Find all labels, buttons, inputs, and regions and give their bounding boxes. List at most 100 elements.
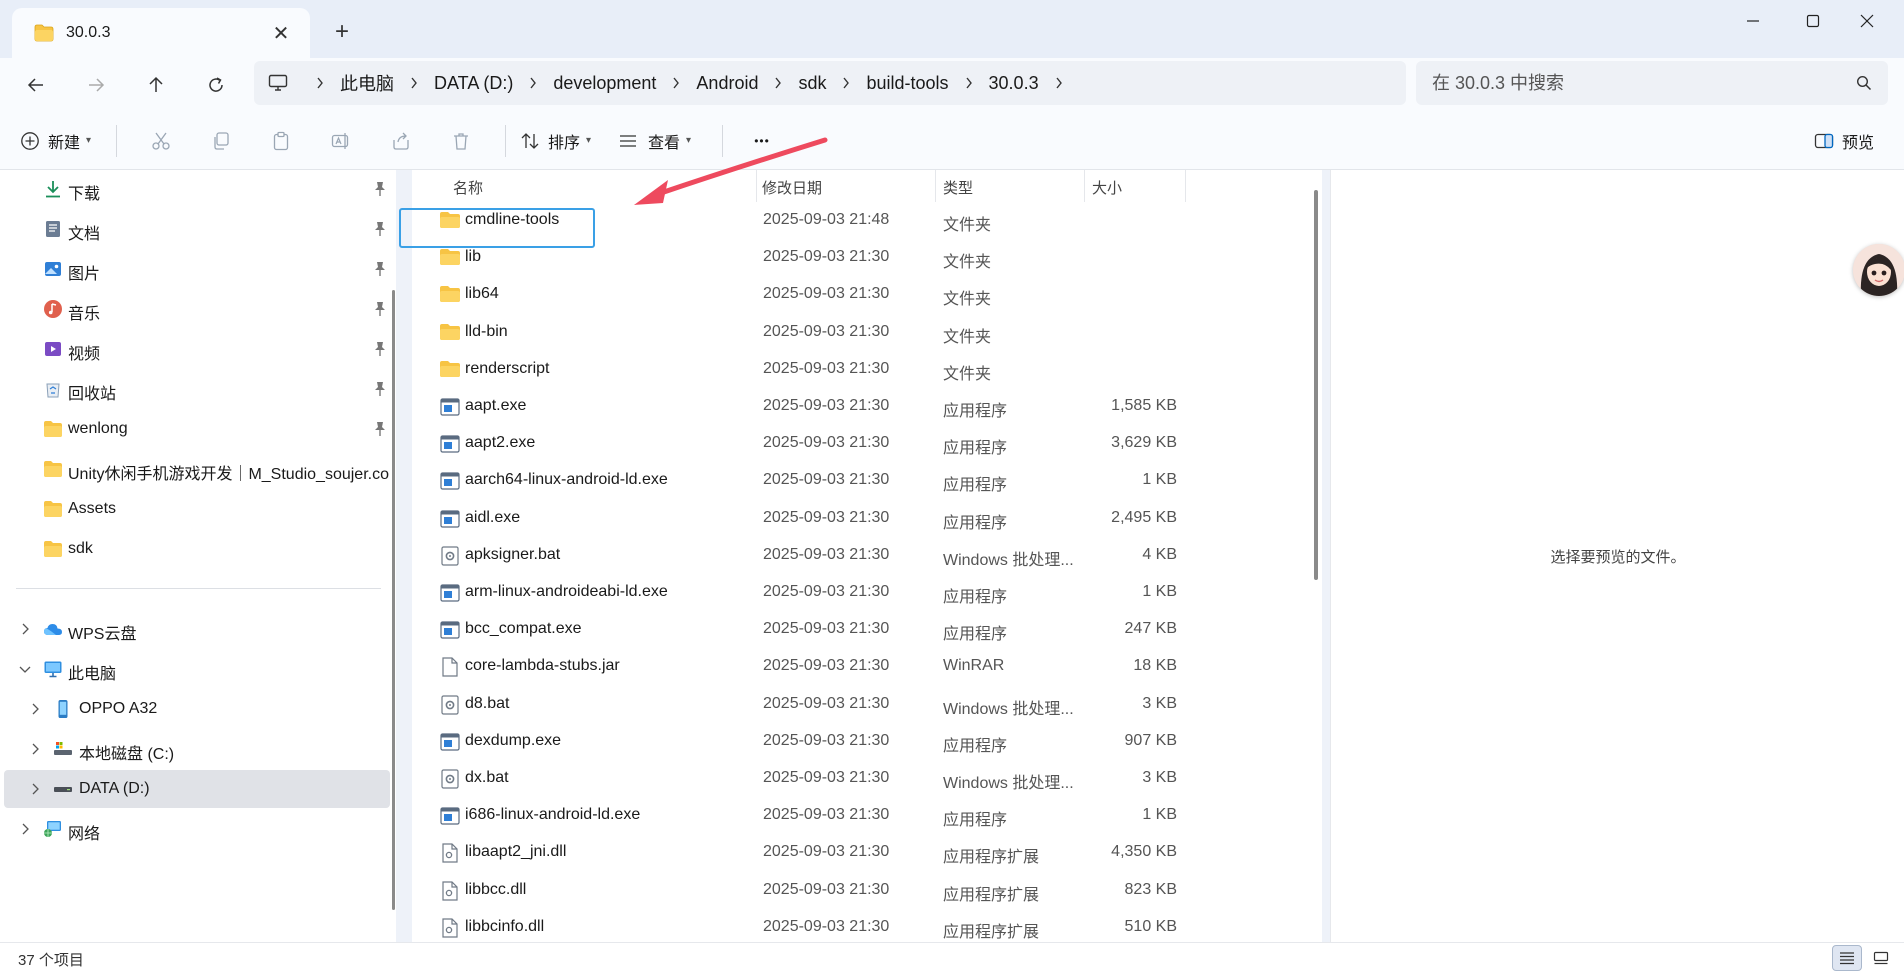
sidebar-item-sdk[interactable]: sdk bbox=[0, 530, 390, 568]
breadcrumb-item[interactable]: sdk bbox=[798, 73, 826, 94]
chevron-down-icon[interactable] bbox=[17, 661, 33, 677]
file-row[interactable]: lib64 2025-09-03 21:30 文件夹 bbox=[412, 276, 1322, 313]
chevron-right-icon[interactable] bbox=[842, 77, 850, 89]
sidebar-item-wps-cloud[interactable]: WPS云盘 bbox=[0, 610, 390, 648]
file-row[interactable]: aapt2.exe 2025-09-03 21:30 应用程序 3,629 KB bbox=[412, 425, 1322, 462]
search-box[interactable] bbox=[1416, 61, 1888, 105]
file-row[interactable]: d8.bat 2025-09-03 21:30 Windows 批处理... 3 KB bbox=[412, 686, 1322, 723]
file-row[interactable]: aarch64-linux-android-ld.exe 2025-09-03 2… bbox=[412, 462, 1322, 499]
rename-button[interactable] bbox=[311, 121, 371, 161]
file-row[interactable]: libbcc.dll 2025-09-03 21:30 应用程序扩展 823 KB bbox=[412, 872, 1322, 909]
sidebar-item-documents[interactable]: 文档 bbox=[0, 210, 390, 248]
search-icon[interactable] bbox=[1856, 75, 1872, 91]
sidebar-item-unity-course[interactable]: Unity休闲手机游戏开发｜M_Studio_soujer.com bbox=[0, 450, 390, 488]
tab-current[interactable]: 30.0.3 ✕ bbox=[12, 8, 310, 58]
sidebar-item-music[interactable]: 音乐 bbox=[0, 290, 390, 328]
file-list-scrollbar[interactable] bbox=[1314, 190, 1318, 580]
pin-icon[interactable] bbox=[373, 221, 387, 237]
sort-button[interactable]: 排序 ▾ bbox=[520, 121, 610, 161]
file-row[interactable]: libaapt2_jni.dll 2025-09-03 21:30 应用程序扩展 4,… bbox=[412, 834, 1322, 871]
file-row[interactable]: lld-bin 2025-09-03 21:30 文件夹 bbox=[412, 314, 1322, 351]
file-row[interactable]: renderscript 2025-09-03 21:30 文件夹 bbox=[412, 351, 1322, 388]
delete-button[interactable] bbox=[431, 121, 491, 161]
file-row[interactable]: apksigner.bat 2025-09-03 21:30 Windows 批处理… bbox=[412, 537, 1322, 574]
chevron-right-icon[interactable] bbox=[774, 77, 782, 89]
breadcrumb-item[interactable]: Android bbox=[696, 73, 758, 94]
sidebar-item-this-pc[interactable]: 此电脑 bbox=[0, 650, 390, 688]
view-button[interactable]: 查看 ▾ bbox=[618, 121, 708, 161]
column-separator[interactable] bbox=[1084, 170, 1085, 202]
pin-icon[interactable] bbox=[373, 421, 387, 437]
breadcrumb-item[interactable]: 此电脑 bbox=[340, 70, 394, 96]
breadcrumb-item[interactable]: development bbox=[553, 73, 656, 94]
chevron-right-icon[interactable] bbox=[27, 741, 43, 757]
back-button[interactable] bbox=[16, 65, 56, 105]
file-row[interactable]: core-lambda-stubs.jar 2025-09-03 21:30 Win… bbox=[412, 648, 1322, 685]
more-options-button[interactable]: ••• bbox=[737, 121, 787, 161]
maximize-button[interactable] bbox=[1786, 4, 1840, 38]
forward-button[interactable] bbox=[76, 65, 116, 105]
sidebar-item-drive-c[interactable]: 本地磁盘 (C:) bbox=[0, 730, 390, 768]
chevron-right-icon[interactable] bbox=[1055, 77, 1063, 89]
file-row[interactable]: dexdump.exe 2025-09-03 21:30 应用程序 907 KB bbox=[412, 723, 1322, 760]
sidebar-item-oppo-a32[interactable]: OPPO A32 bbox=[0, 690, 390, 728]
breadcrumb-item[interactable]: build-tools bbox=[866, 73, 948, 94]
close-window-button[interactable] bbox=[1840, 4, 1894, 38]
chevron-right-icon[interactable] bbox=[27, 701, 43, 717]
preview-toggle-button[interactable]: 预览 bbox=[1814, 121, 1874, 161]
column-separator[interactable] bbox=[1185, 170, 1186, 202]
sidebar-item-assets[interactable]: Assets bbox=[0, 490, 390, 528]
file-row[interactable]: aapt.exe 2025-09-03 21:30 应用程序 1,585 KB bbox=[412, 388, 1322, 425]
column-separator[interactable] bbox=[756, 170, 757, 202]
file-row[interactable]: libbcinfo.dll 2025-09-03 21:30 应用程序扩展 510 K… bbox=[412, 909, 1322, 942]
file-row[interactable]: i686-linux-android-ld.exe 2025-09-03 21:3… bbox=[412, 797, 1322, 834]
new-button[interactable]: 新建 ▾ bbox=[20, 121, 102, 161]
sidebar-item-recycle-bin[interactable]: 回收站 bbox=[0, 370, 390, 408]
breadcrumb-item[interactable]: DATA (D:) bbox=[434, 73, 513, 94]
chevron-right-icon[interactable] bbox=[17, 621, 33, 637]
sidebar-item-videos[interactable]: 视频 bbox=[0, 330, 390, 368]
up-button[interactable] bbox=[136, 65, 176, 105]
pin-icon[interactable] bbox=[373, 181, 387, 197]
pin-icon[interactable] bbox=[373, 261, 387, 277]
search-input[interactable] bbox=[1432, 72, 1856, 94]
new-tab-button[interactable]: + bbox=[328, 18, 356, 46]
column-date[interactable]: 修改日期 bbox=[762, 177, 822, 198]
column-separator[interactable] bbox=[935, 170, 936, 202]
file-row[interactable]: cmdline-tools 2025-09-03 21:48 文件夹 bbox=[412, 202, 1322, 239]
file-row[interactable]: arm-linux-androideabi-ld.exe 2025-09-03 2… bbox=[412, 574, 1322, 611]
pin-icon[interactable] bbox=[373, 381, 387, 397]
chevron-right-icon[interactable] bbox=[410, 77, 418, 89]
paste-button[interactable] bbox=[251, 121, 311, 161]
sidebar-item-network[interactable]: 网络 bbox=[0, 810, 390, 848]
this-pc-crumb[interactable] bbox=[268, 74, 288, 92]
minimize-button[interactable] bbox=[1726, 4, 1780, 38]
pin-icon[interactable] bbox=[373, 301, 387, 317]
refresh-button[interactable] bbox=[196, 65, 236, 105]
breadcrumb-item[interactable]: 30.0.3 bbox=[989, 73, 1039, 94]
chevron-right-icon[interactable] bbox=[529, 77, 537, 89]
chevron-right-icon[interactable] bbox=[316, 77, 324, 89]
sidebar-item-wenlong[interactable]: wenlong bbox=[0, 410, 390, 448]
assistant-avatar[interactable] bbox=[1853, 244, 1904, 296]
pin-icon[interactable] bbox=[373, 341, 387, 357]
chevron-right-icon[interactable] bbox=[672, 77, 680, 89]
file-row[interactable]: bcc_compat.exe 2025-09-03 21:30 应用程序 247 KB bbox=[412, 611, 1322, 648]
sidebar-item-downloads[interactable]: 下载 bbox=[0, 170, 390, 208]
sidebar-scrollbar[interactable] bbox=[392, 290, 396, 910]
file-row[interactable]: dx.bat 2025-09-03 21:30 Windows 批处理... 3 KB bbox=[412, 760, 1322, 797]
column-size[interactable]: 大小 bbox=[1092, 177, 1122, 198]
details-view-button[interactable] bbox=[1832, 945, 1862, 971]
tiles-view-button[interactable] bbox=[1866, 945, 1896, 971]
share-button[interactable] bbox=[371, 121, 431, 161]
sidebar-item-drive-d[interactable]: DATA (D:) bbox=[4, 770, 390, 808]
tab-close-icon[interactable]: ✕ bbox=[270, 21, 292, 46]
copy-button[interactable] bbox=[191, 121, 251, 161]
column-name[interactable]: 名称 bbox=[453, 177, 483, 198]
sidebar-item-pictures[interactable]: 图片 bbox=[0, 250, 390, 288]
file-row[interactable]: lib 2025-09-03 21:30 文件夹 bbox=[412, 239, 1322, 276]
chevron-right-icon[interactable] bbox=[17, 821, 33, 837]
file-row[interactable]: aidl.exe 2025-09-03 21:30 应用程序 2,495 KB bbox=[412, 500, 1322, 537]
breadcrumb[interactable]: 此电脑 DATA (D:) development Android sdk bu… bbox=[254, 61, 1406, 105]
chevron-right-icon[interactable] bbox=[965, 77, 973, 89]
